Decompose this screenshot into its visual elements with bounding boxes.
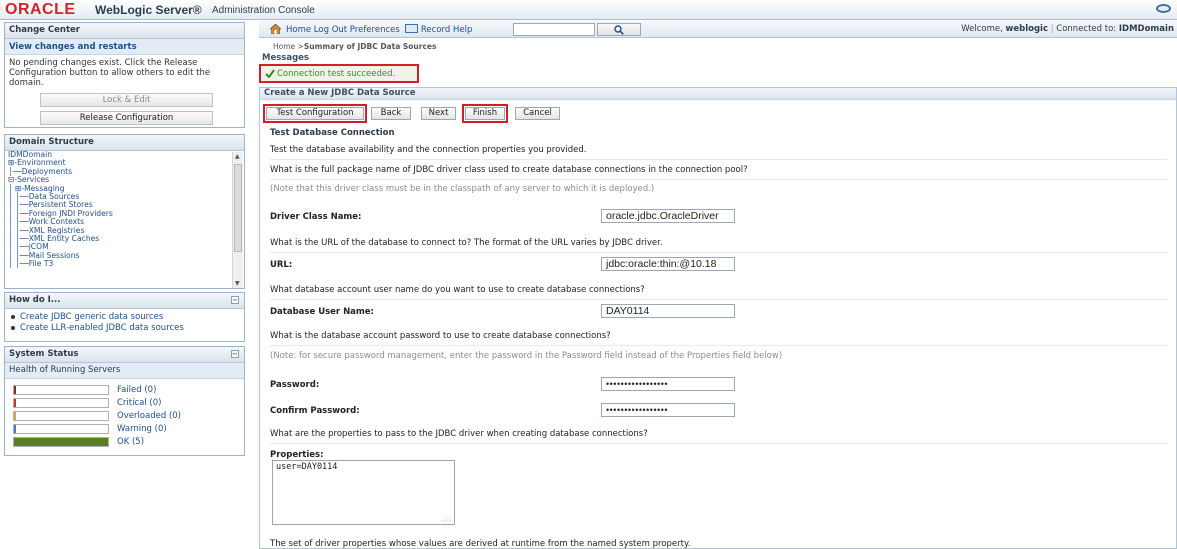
message-text: Connection test succeeded. — [277, 69, 396, 79]
health-label[interactable]: Critical (0) — [117, 398, 161, 408]
toolbar-links: Home Log Out Preferences Record Help — [286, 24, 472, 35]
oval-icon — [1156, 4, 1171, 13]
tree-scrollbar[interactable]: ▲ ▼ — [232, 152, 243, 288]
record-icon[interactable] — [405, 24, 419, 33]
section-title: Test Database Connection — [270, 128, 395, 138]
health-bar — [13, 411, 109, 421]
change-center-text: No pending changes exist. Click the Rele… — [9, 58, 211, 88]
how-do-i-link[interactable]: Create LLR-enabled JDBC data sources — [20, 323, 184, 333]
scroll-thumb[interactable] — [234, 164, 242, 252]
note-driver: (Note that this driver class must be in … — [270, 184, 655, 194]
collapse-icon[interactable]: − — [231, 350, 239, 358]
health-label[interactable]: Failed (0) — [117, 385, 156, 395]
release-configuration-button[interactable]: Release Configuration — [40, 111, 213, 125]
product-name: WebLogic Server® — [95, 3, 202, 17]
scroll-up-icon[interactable]: ▲ — [235, 153, 240, 160]
toolbar-nav-links[interactable]: Home Log Out Preferences — [286, 25, 400, 35]
breadcrumb: Home >Summary of JDBC Data Sources — [273, 42, 436, 51]
search-input[interactable] — [513, 23, 595, 36]
confirm-password-field[interactable]: ••••••••••••••••• — [601, 403, 735, 417]
health-bar — [13, 398, 109, 408]
how-do-i-title: How do I... — [9, 295, 61, 305]
header-banner: ORACLE WebLogic Server® Administration C… — [0, 0, 1177, 20]
back-button[interactable]: Back — [371, 107, 411, 120]
system-status-panel: System Status − Health of Running Server… — [4, 346, 245, 456]
health-bar-fill — [14, 425, 16, 433]
question-system-properties: The set of driver properties whose value… — [270, 539, 691, 549]
health-bar-fill — [14, 438, 108, 446]
tree-item[interactable]: │ │──File T3 — [8, 259, 233, 268]
question-url: What is the URL of the database to conne… — [270, 234, 1167, 253]
health-bar-fill — [14, 386, 16, 394]
help-link[interactable]: Help — [453, 25, 472, 35]
health-bar-fill — [14, 412, 16, 420]
properties-label: Properties: — [270, 450, 324, 460]
driver-class-field[interactable]: oracle.jdbc.OracleDriver — [601, 209, 735, 223]
top-toolbar: Home Log Out Preferences Record Help Wel… — [259, 21, 1177, 38]
question-user: What database account user name do you w… — [270, 281, 1167, 300]
health-subtitle: Health of Running Servers — [5, 363, 244, 379]
record-link[interactable]: Record — [421, 25, 450, 35]
check-icon — [265, 69, 275, 78]
health-bar-fill — [14, 399, 16, 407]
scroll-down-icon[interactable]: ▼ — [235, 280, 240, 287]
health-label[interactable]: Warning (0) — [117, 424, 167, 434]
question-password: What is the database account password to… — [270, 327, 1167, 346]
system-status-title: System Status — [9, 349, 79, 359]
bullet-icon — [11, 325, 15, 330]
change-center-title: Change Center — [5, 23, 244, 39]
user-name-field[interactable]: DAY0114 — [601, 304, 735, 318]
collapse-icon[interactable]: − — [231, 296, 239, 304]
user-name: weblogic — [1005, 24, 1049, 34]
breadcrumb-home[interactable]: Home — [273, 42, 295, 51]
question-properties: What are the properties to pass to the J… — [270, 425, 1167, 444]
bullet-icon — [11, 314, 15, 319]
next-button[interactable]: Next — [421, 107, 456, 120]
breadcrumb-current[interactable]: Summary of JDBC Data Sources — [304, 42, 437, 51]
domain-tree: IDMDomain ⊞-Environment │──Deployments ⊟… — [5, 151, 233, 288]
search-icon — [614, 25, 624, 35]
health-label[interactable]: Overloaded (0) — [117, 411, 181, 421]
finish-button[interactable]: Finish — [462, 104, 508, 123]
welcome-prefix: Welcome, — [961, 24, 1006, 34]
home-icon[interactable] — [270, 24, 281, 34]
create-datasource-title: Create a New JDBC Data Source — [260, 88, 1176, 100]
how-do-i-link[interactable]: Create JDBC generic data sources — [20, 312, 163, 322]
welcome-text: Welcome, weblogic | Connected to: IDMDom… — [961, 24, 1174, 34]
messages-title: Messages — [262, 53, 309, 63]
how-do-i-item[interactable]: Create JDBC generic data sources — [5, 309, 244, 322]
note-password: (Note: for secure password management, e… — [270, 351, 783, 361]
oracle-logo: ORACLE — [5, 1, 76, 18]
breadcrumb-separator: > — [295, 42, 304, 51]
question-driver: What is the full package name of JDBC dr… — [270, 161, 1167, 180]
domain-structure-panel: Domain Structure IDMDomain ⊞-Environment… — [4, 134, 245, 289]
test-configuration-button[interactable]: Test Configuration — [263, 104, 367, 123]
resize-grip-icon[interactable]: .:: — [441, 516, 452, 523]
health-label[interactable]: OK (5) — [117, 437, 144, 447]
domain-structure-title: Domain Structure — [5, 135, 244, 151]
properties-value: user=DAY0114 — [276, 462, 338, 472]
create-datasource-panel: Create a New JDBC Data Source Test Confi… — [259, 87, 1177, 549]
health-bar — [13, 385, 109, 395]
lock-edit-button[interactable]: Lock & Edit — [40, 93, 213, 107]
how-do-i-panel: How do I... − Create JDBC generic data s… — [4, 292, 245, 342]
change-center-panel: Change Center View changes and restarts … — [4, 22, 245, 128]
cancel-button[interactable]: Cancel — [515, 107, 560, 120]
search-button[interactable] — [597, 23, 641, 36]
url-field[interactable]: jdbc:oracle:thin:@10.18 — [601, 257, 735, 271]
section-description: Test the database availability and the c… — [270, 141, 1167, 160]
connected-label: Connected to: — [1056, 24, 1119, 34]
health-bar — [13, 437, 109, 447]
system-status-header: System Status − — [5, 347, 244, 363]
message-box: Connection test succeeded. — [259, 64, 419, 83]
how-do-i-header: How do I... − — [5, 293, 244, 309]
health-bar — [13, 424, 109, 434]
view-changes-link[interactable]: View changes and restarts — [5, 39, 244, 55]
domain-name: IDMDomain — [1118, 24, 1174, 34]
password-field[interactable]: ••••••••••••••••• — [601, 377, 735, 391]
console-title: Administration Console — [212, 5, 315, 16]
properties-textarea[interactable]: user=DAY0114 .:: — [272, 460, 455, 525]
